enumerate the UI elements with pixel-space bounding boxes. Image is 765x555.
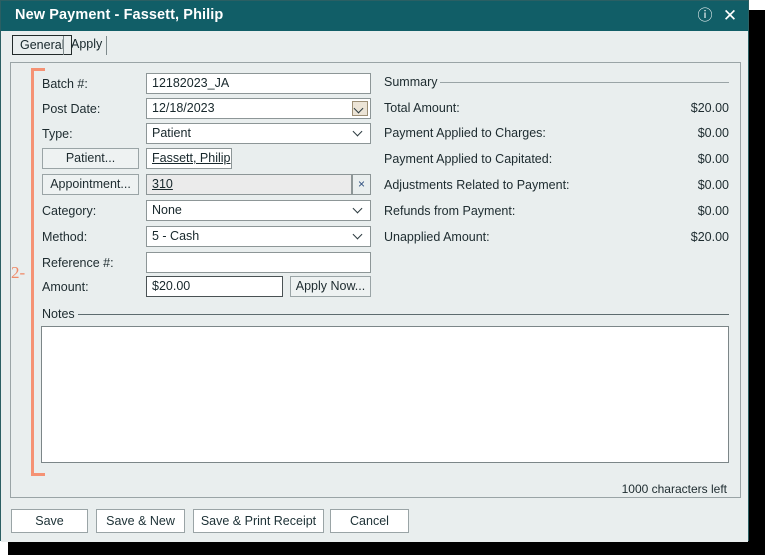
notes-textarea[interactable]	[41, 326, 729, 463]
summary-label: Payment Applied to Charges:	[384, 126, 546, 140]
save-button[interactable]: Save	[11, 509, 88, 533]
save-and-print-receipt-button[interactable]: Save & Print Receipt	[193, 509, 324, 533]
footer-bar: Save Save & New Save & Print Receipt Can…	[1, 499, 748, 542]
summary-value: $20.00	[690, 230, 729, 244]
label-reference: Reference #:	[42, 256, 114, 270]
notes-group-line	[78, 314, 729, 315]
type-select[interactable]: Patient	[146, 123, 371, 144]
appointment-value-field[interactable]: 310	[146, 174, 352, 195]
label-type: Type:	[42, 127, 73, 141]
method-select[interactable]: 5 - Cash	[146, 226, 371, 247]
summary-label: Payment Applied to Capitated:	[384, 152, 553, 166]
patient-link[interactable]: Fassett, Philip	[152, 151, 231, 165]
amount-input[interactable]: $20.00	[146, 276, 283, 297]
characters-left-label: 1000 characters left	[621, 482, 727, 496]
help-circle-icon[interactable]: ⓘ	[695, 6, 715, 26]
save-and-new-button[interactable]: Save & New	[96, 509, 185, 533]
tab-apply[interactable]: Apply	[65, 37, 108, 51]
appointment-picker-button[interactable]: Appointment...	[42, 174, 139, 195]
reference-input[interactable]	[146, 252, 371, 273]
summary-value: $0.00	[697, 204, 729, 218]
summary-value: $0.00	[697, 152, 729, 166]
date-picker-button[interactable]	[352, 101, 368, 116]
summary-value: $20.00	[690, 101, 729, 115]
label-category: Category:	[42, 204, 97, 218]
chevron-down-icon	[353, 230, 364, 241]
window-title: New Payment - Fassett, Philip	[15, 7, 224, 23]
summary-value: $0.00	[697, 126, 729, 140]
chevron-down-icon	[353, 127, 364, 138]
label-post-date: Post Date:	[42, 102, 101, 116]
category-value: None	[152, 203, 182, 217]
summary-label: Total Amount:	[384, 101, 460, 115]
close-icon[interactable]: ✕	[720, 6, 740, 26]
annotation-step-number: 2-	[11, 263, 26, 282]
tab-divider	[63, 36, 64, 55]
label-method: Method:	[42, 230, 88, 244]
chevron-down-icon	[353, 204, 364, 215]
summary-label: Refunds from Payment:	[384, 204, 516, 218]
summary-label: Adjustments Related to Payment:	[384, 178, 570, 192]
tab-divider	[106, 36, 107, 55]
title-bar: New Payment - Fassett, Philip ⓘ ✕	[1, 1, 748, 31]
method-value: 5 - Cash	[152, 229, 200, 243]
clear-appointment-icon[interactable]: ×	[352, 174, 371, 195]
appointment-link[interactable]: 310	[152, 177, 173, 191]
post-date-value: 12/18/2023	[152, 101, 215, 115]
patient-picker-button[interactable]: Patient...	[42, 148, 139, 169]
category-select[interactable]: None	[146, 200, 371, 221]
type-value: Patient	[152, 126, 191, 140]
patient-value-field[interactable]: Fassett, Philip	[146, 148, 232, 169]
summary-value: $0.00	[697, 178, 729, 192]
notes-group-label: Notes	[42, 307, 75, 321]
post-date-input[interactable]: 12/18/2023	[146, 98, 371, 119]
tab-strip: General Apply	[1, 31, 748, 61]
new-payment-dialog: New Payment - Fassett, Philip ⓘ ✕ Genera…	[0, 0, 749, 542]
label-amount: Amount:	[42, 280, 89, 294]
chevron-down-icon	[354, 104, 365, 115]
apply-now-button[interactable]: Apply Now...	[290, 276, 371, 297]
summary-group-label: Summary	[384, 75, 441, 89]
label-batch: Batch #:	[42, 77, 88, 91]
summary-label: Unapplied Amount:	[384, 230, 490, 244]
cancel-button[interactable]: Cancel	[330, 509, 409, 533]
batch-input[interactable]: 12182023_JA	[146, 73, 371, 94]
